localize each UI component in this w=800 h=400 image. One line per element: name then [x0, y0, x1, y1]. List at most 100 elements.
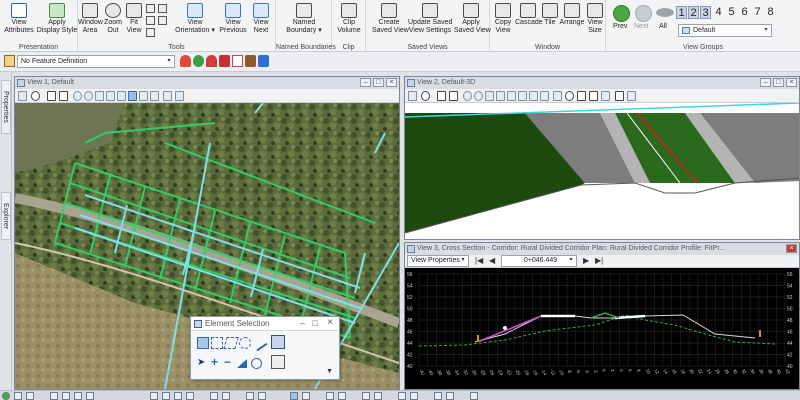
fit-view-icon[interactable]	[496, 91, 505, 101]
maximize-button[interactable]: □	[373, 78, 384, 87]
clip-mask-icon[interactable]	[589, 91, 598, 101]
arc-icon[interactable]	[398, 392, 406, 400]
first-station-icon[interactable]: |◀	[475, 256, 483, 265]
add-mode-icon[interactable]: +	[211, 355, 218, 369]
template-icon[interactable]	[222, 392, 230, 400]
view-previous-icon[interactable]	[529, 91, 538, 101]
maximize-button[interactable]: □	[773, 78, 784, 87]
shape-select-icon[interactable]	[223, 337, 239, 349]
next-station-icon[interactable]: ▶	[583, 256, 589, 265]
fill-icon[interactable]	[162, 392, 170, 400]
feature-definition-icon[interactable]	[4, 55, 15, 67]
view-next-icon[interactable]	[540, 91, 549, 101]
copy-view-icon[interactable]	[163, 91, 172, 101]
update-saved-view-button[interactable]: Update Saved View Settings	[408, 3, 452, 35]
station-input[interactable]: 0+046.449 ▾	[501, 255, 577, 267]
last-station-icon[interactable]: ▶|	[595, 256, 603, 265]
measure-icon[interactable]	[326, 392, 334, 400]
axis-lock-icon[interactable]	[258, 392, 266, 400]
window-area-icon[interactable]	[485, 91, 494, 101]
new-mode-icon[interactable]	[251, 358, 262, 369]
camera-icon[interactable]	[565, 91, 574, 101]
walk-icon[interactable]	[553, 91, 562, 101]
next-label[interactable]: Next	[634, 23, 648, 30]
fit-view-button[interactable]: Fit View	[124, 3, 144, 35]
feature-definition-select[interactable]: No Feature Definition ▾	[17, 55, 175, 68]
attributes-icon[interactable]	[150, 392, 158, 400]
class-icon[interactable]	[210, 392, 218, 400]
block-select-icon[interactable]	[211, 337, 223, 349]
view-1-toggle[interactable]: 1	[676, 6, 687, 19]
view-6-toggle[interactable]: 6	[739, 6, 750, 19]
view-7-toggle[interactable]: 7	[752, 6, 763, 19]
window-area-icon[interactable]	[95, 91, 104, 101]
chevron-down-icon[interactable]: ▼	[326, 368, 333, 375]
display-style-icon[interactable]	[437, 91, 446, 101]
pointer-icon[interactable]: ➤	[197, 357, 205, 368]
view-8-toggle[interactable]: 8	[765, 6, 776, 19]
selection-options-icon[interactable]	[271, 355, 285, 369]
view-5-toggle[interactable]: 5	[726, 6, 737, 19]
sign-icon[interactable]	[258, 55, 269, 67]
view-attributes-icon[interactable]	[18, 91, 27, 101]
mailbox-icon[interactable]	[245, 55, 256, 67]
minimize-button[interactable]: –	[300, 318, 305, 328]
close-button[interactable]: ×	[786, 78, 797, 87]
pan-view-icon[interactable]	[158, 4, 167, 13]
subtract-mode-icon[interactable]: −	[224, 355, 231, 369]
zoom-in-icon[interactable]	[146, 28, 155, 37]
zoom-in-icon[interactable]	[73, 91, 82, 101]
view-properties-button[interactable]: View Properties ▾	[407, 255, 469, 267]
create-saved-view-button[interactable]: Create Saved View	[372, 3, 409, 35]
view-attributes-icon[interactable]	[408, 91, 417, 101]
prev-arrow-icon[interactable]	[613, 5, 630, 22]
zoom-in-icon[interactable]	[463, 91, 472, 101]
fit-view-icon[interactable]	[106, 91, 115, 101]
view-next-button[interactable]: View Next	[248, 3, 274, 35]
paint-brush-icon[interactable]	[449, 91, 458, 101]
named-boundary-button[interactable]: Named Boundary ▾	[284, 3, 324, 35]
view-size-icon[interactable]	[175, 91, 184, 101]
copy-view-button[interactable]: Copy View	[492, 3, 514, 35]
line-select-icon[interactable]	[250, 334, 268, 352]
tree-icon[interactable]	[193, 55, 204, 67]
fence-icon[interactable]	[434, 392, 442, 400]
view-next-icon[interactable]	[150, 91, 159, 101]
lighting-icon[interactable]	[421, 91, 430, 101]
walk-icon[interactable]	[146, 16, 155, 25]
circle-select-icon[interactable]	[239, 337, 251, 349]
snap-icon[interactable]	[26, 392, 34, 400]
view-attributes-button[interactable]: View Attributes	[2, 3, 36, 35]
camera-icon[interactable]	[158, 16, 167, 25]
color-icon[interactable]	[62, 392, 70, 400]
individual-select-icon[interactable]	[197, 337, 209, 349]
dimension-icon[interactable]	[470, 392, 478, 400]
text-icon[interactable]	[338, 392, 346, 400]
next-arrow-icon[interactable]	[635, 5, 652, 22]
invert-mode-icon[interactable]	[237, 359, 247, 368]
view-previous-icon[interactable]	[139, 91, 148, 101]
star-icon[interactable]	[362, 392, 370, 400]
element-selection-tool-icon[interactable]	[290, 392, 298, 400]
view-orientation-button[interactable]: View Orientation ▾	[174, 3, 216, 35]
red-car-icon[interactable]	[180, 55, 191, 67]
transparency-icon[interactable]	[174, 392, 182, 400]
view-size-button[interactable]: View Size	[586, 3, 604, 35]
line-style-icon[interactable]	[74, 392, 82, 400]
display-style-icon[interactable]	[47, 91, 56, 101]
apply-display-style-button[interactable]: Apply Display Style	[36, 3, 78, 35]
accudraw-icon[interactable]	[14, 392, 22, 400]
clip-volume-button[interactable]: Clip Volume	[335, 3, 363, 35]
circle-icon[interactable]	[410, 392, 418, 400]
window-area-button[interactable]: Window Area	[78, 3, 103, 35]
minimize-button[interactable]: –	[360, 78, 371, 87]
view-3-toggle[interactable]: 3	[700, 6, 711, 19]
delete-icon[interactable]	[302, 392, 310, 400]
rotate-view-icon[interactable]	[146, 4, 155, 13]
clear-selection-icon[interactable]	[271, 335, 285, 349]
clip-volume-icon[interactable]	[577, 91, 586, 101]
prev-label[interactable]: Prev	[613, 23, 627, 30]
paint-brush-icon[interactable]	[59, 91, 68, 101]
truck-icon[interactable]	[206, 55, 217, 67]
minimize-button[interactable]: –	[760, 78, 771, 87]
